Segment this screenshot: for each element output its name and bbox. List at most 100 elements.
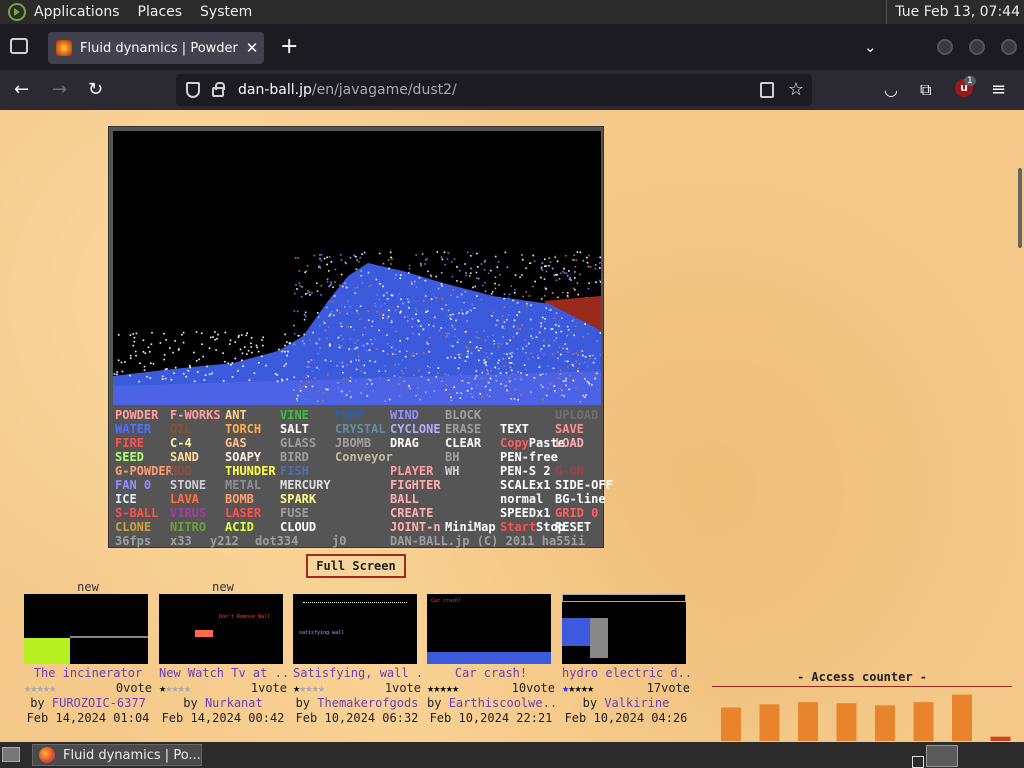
rating-star-icon[interactable]: ★ <box>452 681 459 695</box>
system-menu[interactable]: System <box>200 4 252 20</box>
control-upload[interactable]: UPLOAD <box>555 408 598 422</box>
powder-game-applet[interactable]: POWDER F-WORKS ANT VINE PUMP WIND BLOCK UPLOAD W… <box>108 126 613 548</box>
control-scalex1[interactable]: SCALEx1 <box>500 478 551 492</box>
control-player[interactable]: PLAYER <box>390 464 433 478</box>
applications-menu[interactable]: Applications <box>34 4 120 20</box>
thumbnail-image[interactable]: Don't Remove Wall <box>159 594 283 664</box>
rating-star-icon[interactable]: ★ <box>49 681 56 695</box>
author-link[interactable]: FUROZOIC-6377 <box>52 696 146 710</box>
control-wind[interactable]: WIND <box>390 408 419 422</box>
control-fan-0[interactable]: FAN 0 <box>115 478 151 492</box>
control-wh[interactable]: WH <box>445 464 459 478</box>
control-fish[interactable]: FISH <box>280 464 309 478</box>
control-clone[interactable]: CLONE <box>115 520 151 534</box>
control-reset[interactable]: RESET <box>555 520 591 534</box>
author-link[interactable]: Valkirine <box>604 696 669 710</box>
new-tab-icon[interactable]: + <box>280 36 298 58</box>
minimize-window-icon[interactable] <box>937 39 953 55</box>
control-salt[interactable]: SALT <box>280 422 309 436</box>
pocket-icon[interactable]: ◡ <box>884 80 898 100</box>
control-bg-line[interactable]: BG-line <box>555 492 606 506</box>
control-stone[interactable]: STONE <box>170 478 206 492</box>
taskbar-window-button[interactable]: Fluid dynamics | Po... <box>32 744 202 766</box>
control-metal[interactable]: METAL <box>225 478 261 492</box>
browser-tab[interactable]: Fluid dynamics | Powder Game ✕ <box>48 32 264 64</box>
workspace-2[interactable] <box>926 745 958 767</box>
control-fighter[interactable]: FIGHTER <box>390 478 441 492</box>
control-create[interactable]: CREATE <box>390 506 433 520</box>
control-laser[interactable]: LASER <box>225 506 261 520</box>
thumbnail-card[interactable]: Car crash! Car crash! ★★★★★ 10vote by Earthi… <box>427 580 555 726</box>
control-c-4[interactable]: C-4 <box>170 436 192 450</box>
control-jbomb[interactable]: JBOMB <box>335 436 371 450</box>
control-oil[interactable]: OIL <box>170 422 192 436</box>
thumbnail-title[interactable]: New Watch Tv at ... <box>159 666 287 681</box>
control-sand[interactable]: SAND <box>170 450 199 464</box>
thumbnail-card[interactable]: new Don't Remove Wall New Watch Tv at ... ★… <box>159 580 287 726</box>
control-drag[interactable]: DRAG <box>390 436 419 450</box>
control-erase[interactable]: ERASE <box>445 422 481 436</box>
control-lava[interactable]: LAVA <box>170 492 199 506</box>
simulation-canvas[interactable] <box>113 131 601 405</box>
control-bomb[interactable]: BOMB <box>225 492 254 506</box>
control-clear[interactable]: CLEAR <box>445 436 481 450</box>
thumbnail-title[interactable]: Satisfying, wall ... <box>293 666 421 681</box>
control-fire[interactable]: FIRE <box>115 436 144 450</box>
control-fuse[interactable]: FUSE <box>280 506 309 520</box>
thumbnail-card[interactable]: hydro electric d... ★★★★★ 17vote by Valkiri… <box>562 580 690 726</box>
control-pen-s-2[interactable]: PEN-S 2 <box>500 464 551 478</box>
chevron-down-icon[interactable]: ⌄ <box>864 38 877 56</box>
control-virus[interactable]: VIRUS <box>170 506 206 520</box>
thumbnail-image[interactable] <box>24 594 148 664</box>
control-copy[interactable]: Copy <box>500 436 529 450</box>
rating-star-icon[interactable]: ★ <box>184 681 191 695</box>
thumbnail-image[interactable] <box>562 594 686 664</box>
hamburger-menu-icon[interactable]: ≡ <box>991 80 1006 100</box>
workspace-1[interactable] <box>912 756 924 768</box>
control-ant[interactable]: ANT <box>225 408 247 422</box>
url-bar[interactable]: dan-ball.jp/en/javagame/dust2/ ☆ <box>176 74 812 106</box>
close-tab-icon[interactable]: ✕ <box>240 39 264 57</box>
control-vine[interactable]: VINE <box>280 408 309 422</box>
control-soapy[interactable]: SOAPY <box>225 450 261 464</box>
control-pump[interactable]: PUMP <box>335 408 364 422</box>
control-glass[interactable]: GLASS <box>280 436 316 450</box>
control-load[interactable]: LOAD <box>555 436 584 450</box>
control-pen-free[interactable]: PEN-free <box>500 450 558 464</box>
control-text[interactable]: TEXT <box>500 422 529 436</box>
reader-view-icon[interactable] <box>760 82 774 98</box>
control-bird[interactable]: BIRD <box>280 450 309 464</box>
rating-stars[interactable]: ★★★★★ <box>562 681 594 696</box>
thumbnail-title[interactable]: hydro electric d... <box>562 666 690 681</box>
thumbnail-title[interactable]: Car crash! <box>427 666 555 681</box>
control-block[interactable]: BLOCK <box>445 408 481 422</box>
rating-stars[interactable]: ★★★★★ <box>293 681 325 696</box>
control-side-off[interactable]: SIDE-OFF <box>555 478 613 492</box>
page-scrollbar[interactable] <box>1016 110 1024 742</box>
rating-star-icon[interactable]: ★ <box>587 681 594 695</box>
extensions-icon[interactable]: ⧉ <box>920 80 931 100</box>
control-save[interactable]: SAVE <box>555 422 584 436</box>
thumbnail-title[interactable]: The incinerator <box>24 666 152 681</box>
places-menu[interactable]: Places <box>138 4 183 20</box>
author-link[interactable]: Nurkanat <box>205 696 263 710</box>
control-spark[interactable]: SPARK <box>280 492 316 506</box>
control-thunder[interactable]: THUNDER <box>225 464 276 478</box>
control-f-works[interactable]: F-WORKS <box>170 408 221 422</box>
close-window-icon[interactable] <box>1001 39 1017 55</box>
control-gas[interactable]: GAS <box>225 436 247 450</box>
reload-icon[interactable]: ↻ <box>88 80 103 100</box>
control-start[interactable]: Start <box>500 520 536 534</box>
control-cyclone[interactable]: CYCLONE <box>390 422 441 436</box>
firefox-view-icon[interactable] <box>10 38 28 54</box>
control-torch[interactable]: TORCH <box>225 422 261 436</box>
url-text[interactable]: dan-ball.jp/en/javagame/dust2/ <box>238 82 457 98</box>
thumbnail-card[interactable]: satisfying wall Satisfying, wall ...★★★★★… <box>293 580 421 726</box>
author-link[interactable]: Earthiscoolwe... <box>449 696 555 710</box>
control-seed[interactable]: SEED <box>115 450 144 464</box>
rating-stars[interactable]: ★★★★★ <box>427 681 459 696</box>
show-desktop-icon[interactable] <box>2 747 20 762</box>
control-nitro[interactable]: NITRO <box>170 520 206 534</box>
control-water[interactable]: WATER <box>115 422 151 436</box>
thumbnail-card[interactable]: new The incinerator ★★★★★ 0vote by FUROZOIC-… <box>24 580 152 726</box>
